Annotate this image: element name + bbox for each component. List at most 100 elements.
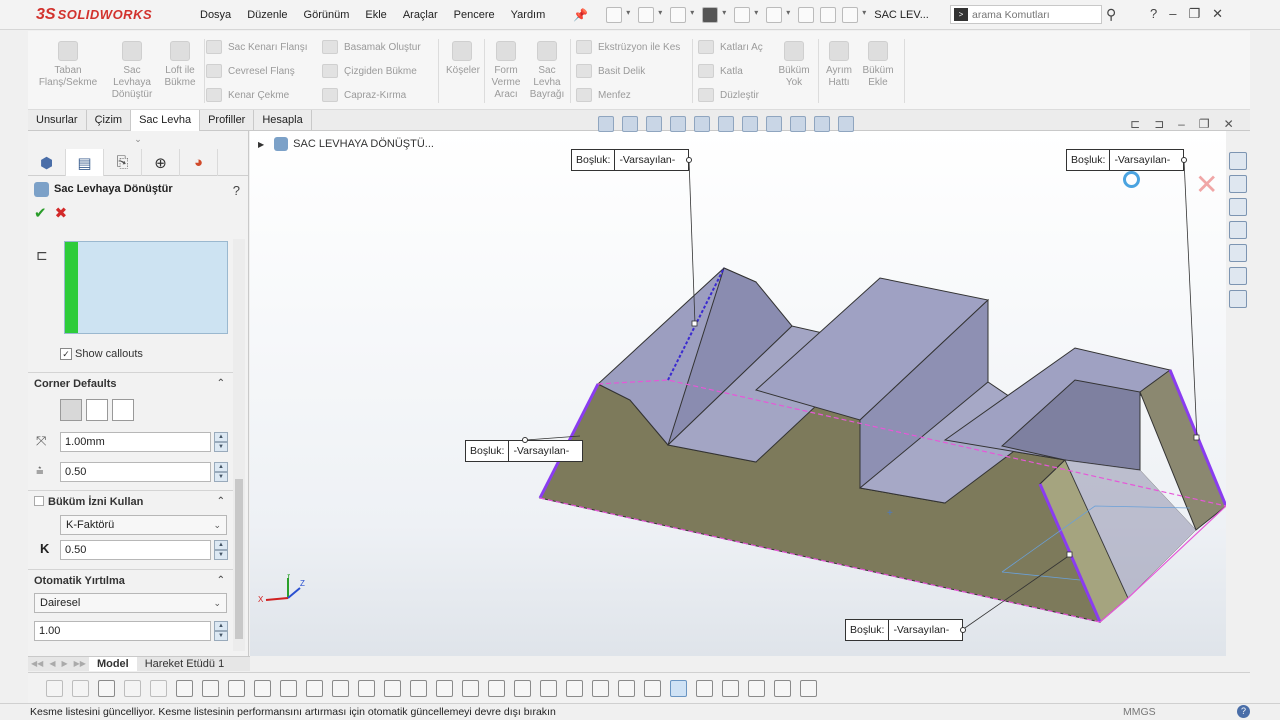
collapse-caret-icon[interactable]: ⌃	[217, 491, 225, 513]
scrollbar-thumb[interactable]	[235, 479, 243, 639]
display-manager-tab[interactable]: ◕	[180, 149, 218, 176]
tab-hesapla[interactable]: Hesapla	[254, 110, 312, 131]
auto-relief-header[interactable]: Otomatik Yırtılma ⌃	[28, 569, 233, 591]
move-icon[interactable]	[540, 679, 557, 697]
mirror-icon[interactable]	[488, 679, 505, 697]
solidworks-logo[interactable]: 3S SOLIDWORKS	[0, 0, 152, 30]
corners-button[interactable]: Köşeler	[446, 41, 480, 77]
select-icon[interactable]	[766, 6, 790, 23]
ok-icon[interactable]: ✔	[34, 204, 47, 222]
property-manager-tab[interactable]: ▤	[66, 149, 104, 176]
fold-button[interactable]: Katla	[698, 64, 743, 78]
callout-handle[interactable]	[960, 627, 966, 633]
relief-ratio-field[interactable]: 1.00	[34, 621, 211, 641]
sheet-metal-model[interactable]: +	[250, 131, 1226, 656]
gap-distance-spinner[interactable]: ▲ ▼	[214, 432, 228, 452]
circle-icon[interactable]	[280, 679, 297, 697]
apply-scene-icon[interactable]	[814, 116, 830, 132]
pin-icon[interactable]: 📌	[573, 8, 588, 22]
bend-edges-selection-box[interactable]	[64, 241, 228, 334]
rapid-sketch-icon[interactable]	[670, 679, 687, 697]
overlap-corner-icon[interactable]	[86, 399, 108, 421]
feature-tree-root[interactable]: ▶ SAC LEVHAYA DÖNÜŞTÜ...	[258, 137, 434, 151]
cancel-confirm-corner-icon[interactable]: ✕	[1195, 168, 1218, 201]
next-tab-nav-icon[interactable]: ▶	[58, 657, 70, 671]
underlap-corner-icon[interactable]	[112, 399, 134, 421]
zoom-to-fit-icon[interactable]	[598, 116, 614, 132]
feature-manager-tab[interactable]: ⬢	[28, 149, 66, 176]
filter-edges-icon[interactable]	[72, 679, 89, 697]
search-input[interactable]	[972, 8, 1092, 21]
restore-icon[interactable]: ❐	[1188, 6, 1200, 22]
measure-icon[interactable]	[774, 679, 791, 697]
view-palette-icon[interactable]	[1229, 221, 1247, 239]
k-factor-spinner[interactable]: ▲ ▼	[214, 540, 228, 560]
extruded-cut-button[interactable]: Ekstrüzyon ile Kes	[576, 40, 680, 54]
graphics-area[interactable]: +	[250, 131, 1226, 656]
viewport-close-icon[interactable]: ✕	[1224, 117, 1234, 131]
checkbox-checked[interactable]: ✓	[60, 348, 72, 360]
miter-flange-button[interactable]: Cevresel Flanş	[206, 64, 295, 78]
centerline-icon[interactable]	[202, 679, 219, 697]
rotate-icon[interactable]	[566, 679, 583, 697]
cross-break-button[interactable]: Capraz-Kırma	[322, 88, 406, 102]
hide-show-items-icon[interactable]	[766, 116, 782, 132]
callout-value[interactable]: -Varsayılan-	[509, 441, 573, 461]
gap-callout[interactable]: Boşluk: -Varsayılan-	[1066, 149, 1187, 171]
previous-view-icon[interactable]	[646, 116, 662, 132]
select-arrow-icon[interactable]	[124, 679, 141, 697]
callout-value[interactable]: -Varsayılan-	[615, 150, 679, 170]
expand-caret-icon[interactable]: ▶	[258, 140, 264, 149]
tab-model[interactable]: Model	[88, 657, 137, 671]
print-icon[interactable]	[702, 6, 726, 23]
callout-value[interactable]: -Varsayılan-	[1110, 150, 1174, 170]
flatten-button[interactable]: Düzleştir	[698, 88, 759, 102]
rectangle-icon[interactable]	[228, 679, 245, 697]
dimension-icon[interactable]	[644, 679, 661, 697]
extend-icon[interactable]	[436, 679, 453, 697]
help-icon[interactable]: ?	[1150, 6, 1157, 22]
undo-icon[interactable]	[734, 6, 758, 23]
tab-cizim[interactable]: Çizim	[87, 110, 132, 131]
scale-icon[interactable]	[592, 679, 609, 697]
open-butt-corner-icon[interactable]	[60, 399, 82, 421]
rip-button[interactable]: Ayrım Hattı	[822, 41, 856, 89]
gap-callout[interactable]: Boşluk: -Varsayılan-	[465, 437, 583, 462]
insert-bends-button[interactable]: Büküm Ekle	[860, 41, 896, 89]
status-help-icon[interactable]: ?	[1237, 705, 1250, 718]
chamfer-icon[interactable]	[358, 679, 375, 697]
edge-flange-button[interactable]: Sac Kenarı Flanşı	[206, 40, 307, 54]
prev-tab-nav-icon[interactable]: ◀	[46, 657, 58, 671]
menu-yardim[interactable]: Yardım	[503, 0, 554, 30]
home-icon[interactable]	[1229, 152, 1247, 170]
bend-allowance-checkbox[interactable]	[34, 496, 44, 506]
unfold-button[interactable]: Katları Aç	[698, 40, 763, 54]
overlap-ratio-spinner[interactable]: ▲ ▼	[214, 462, 228, 482]
viewport-prev-icon[interactable]: ⊏	[1130, 117, 1140, 131]
k-factor-field[interactable]: 0.50	[60, 540, 211, 560]
polygon-icon[interactable]	[254, 679, 271, 697]
trim-icon[interactable]	[410, 679, 427, 697]
view-settings-icon[interactable]	[838, 116, 854, 132]
fillet-icon[interactable]	[332, 679, 349, 697]
sheet-metal-gusset-button[interactable]: Sac Levha Bayrağı	[528, 41, 566, 101]
search-icon[interactable]: ⚲	[1106, 6, 1116, 23]
corner-defaults-header[interactable]: Corner Defaults ⌃	[28, 372, 233, 394]
menu-duzenle[interactable]: Düzenle	[239, 0, 295, 30]
open-icon[interactable]	[638, 6, 662, 23]
menu-ekle[interactable]: Ekle	[357, 0, 394, 30]
no-bends-button[interactable]: Büküm Yok	[776, 41, 812, 89]
tab-sac-levha[interactable]: Sac Levha	[131, 110, 201, 131]
point-icon[interactable]	[176, 679, 193, 697]
menu-araclar[interactable]: Araçlar	[395, 0, 446, 30]
configuration-manager-tab[interactable]: ⎘	[104, 149, 142, 176]
callout-value[interactable]: -Varsayılan-	[889, 620, 953, 640]
simple-hole-button[interactable]: Basit Delik	[576, 64, 645, 78]
pattern-icon[interactable]	[514, 679, 531, 697]
gap-distance-field[interactable]: 1.00mm	[60, 432, 211, 452]
first-tab-nav-icon[interactable]: ◀◀	[28, 657, 46, 671]
rebuild-icon[interactable]	[798, 6, 815, 23]
menu-gorunum[interactable]: Görünüm	[296, 0, 358, 30]
custom-properties-icon[interactable]	[1229, 267, 1247, 285]
minimize-icon[interactable]: –	[1169, 6, 1176, 22]
